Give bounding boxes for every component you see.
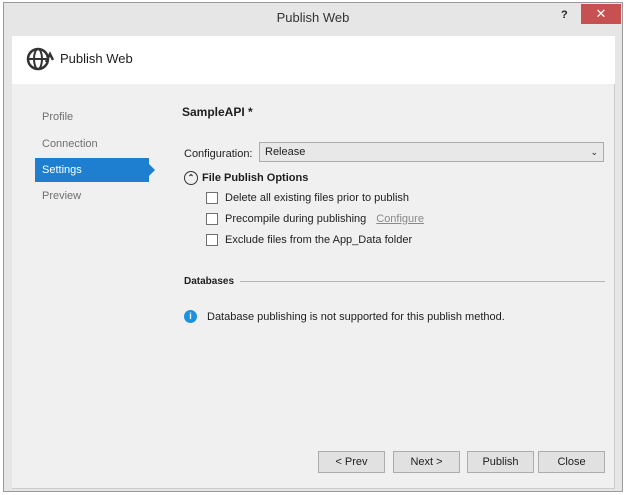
configuration-select[interactable]: Release ⌄	[259, 142, 604, 162]
collapse-chevron-up-icon: ⌃	[184, 171, 198, 185]
help-button[interactable]: ?	[561, 9, 568, 21]
configuration-label: Configuration:	[184, 148, 253, 160]
file-publish-options-label: File Publish Options	[202, 172, 309, 184]
exclude-app-data-checkbox[interactable]: Exclude files from the App_Data folder	[206, 234, 412, 246]
info-icon: i	[184, 310, 197, 323]
window-title: Publish Web	[276, 10, 350, 25]
checkbox-label: Exclude files from the App_Data folder	[225, 234, 413, 246]
delete-existing-files-checkbox[interactable]: Delete all existing files prior to publi…	[206, 192, 409, 204]
dialog-body: Profile Connection Settings Preview Samp…	[12, 84, 615, 489]
publish-web-dialog: Publish Web ? ✕ Publish Web Profile Conn…	[3, 2, 623, 492]
databases-heading: Databases	[184, 276, 235, 287]
nav-item-settings[interactable]: Settings	[35, 158, 155, 182]
nav-item-connection[interactable]: Connection	[35, 132, 149, 156]
window-close-button[interactable]: ✕	[581, 4, 621, 24]
nav-item-profile[interactable]: Profile	[35, 105, 149, 129]
chevron-down-icon: ⌄	[590, 147, 598, 157]
header-title: Publish Web	[60, 51, 133, 66]
file-publish-options-toggle[interactable]: ⌃ File Publish Options	[184, 171, 308, 185]
checkbox-label: Delete all existing files prior to publi…	[225, 192, 410, 204]
nav-item-preview[interactable]: Preview	[35, 184, 149, 208]
databases-info: i Database publishing is not supported f…	[184, 310, 505, 323]
prev-button[interactable]: < Prev	[318, 451, 385, 473]
checkbox-box[interactable]	[206, 213, 218, 225]
header-panel: Publish Web	[12, 36, 615, 84]
close-button[interactable]: Close	[538, 451, 605, 473]
configuration-value: Release	[265, 146, 306, 158]
globe-publish-icon	[26, 47, 54, 71]
publish-button[interactable]: Publish	[467, 451, 534, 473]
project-name: SampleAPI *	[182, 105, 253, 119]
configure-link[interactable]: Configure	[376, 213, 424, 225]
databases-info-text: Database publishing is not supported for…	[207, 310, 505, 323]
checkbox-box[interactable]	[206, 234, 218, 246]
databases-divider	[240, 281, 605, 282]
precompile-checkbox[interactable]: Precompile during publishing Configure	[206, 213, 424, 225]
checkbox-box[interactable]	[206, 192, 218, 204]
next-button[interactable]: Next >	[393, 451, 460, 473]
checkbox-label: Precompile during publishing	[225, 213, 367, 225]
